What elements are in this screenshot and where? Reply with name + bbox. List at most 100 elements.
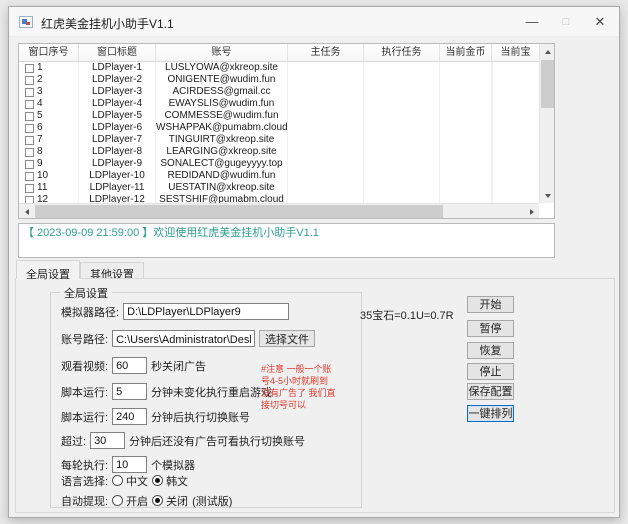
arrange-button[interactable]: 一键排列	[467, 405, 514, 422]
tab-other-settings[interactable]: 其他设置	[80, 262, 144, 279]
account-path-row: 账号路径: 选择文件	[61, 330, 315, 347]
row-checkbox[interactable]	[25, 196, 34, 204]
row-exec-task	[364, 74, 440, 86]
row-checkbox[interactable]	[25, 64, 34, 73]
row-account: LEARGING@xkreop.site	[156, 146, 288, 158]
radio-withdraw-off[interactable]: 关闭	[152, 493, 188, 509]
per-round-input[interactable]	[112, 456, 147, 473]
table-row[interactable]: 1LDPlayer-1LUSLYOWA@xkreop.site	[19, 62, 539, 74]
table-row[interactable]: 8LDPlayer-8LEARGING@xkreop.site	[19, 146, 539, 158]
row-main-task	[288, 122, 364, 134]
script-switch-suffix: 分钟后执行切换账号	[151, 409, 250, 425]
row-checkbox[interactable]	[25, 100, 34, 109]
scroll-right-button[interactable]	[524, 204, 539, 219]
column-header[interactable]: 执行任务	[364, 44, 440, 61]
row-number: 5	[37, 110, 43, 122]
table-row[interactable]: 3LDPlayer-3ACIRDESS@gmail.cc	[19, 86, 539, 98]
row-window-title: LDPlayer-7	[79, 134, 156, 146]
row-account: ONIGENTE@wudim.fun	[156, 74, 288, 86]
row-gems	[492, 122, 493, 134]
emulator-path-input[interactable]	[123, 303, 289, 320]
row-checkbox[interactable]	[25, 184, 34, 193]
row-checkbox[interactable]	[25, 148, 34, 157]
row-exec-task	[364, 98, 440, 110]
watch-video-input[interactable]	[112, 357, 147, 374]
choose-file-button[interactable]: 选择文件	[259, 330, 315, 347]
column-header[interactable]: 主任务	[288, 44, 364, 61]
minimize-button[interactable]: —	[515, 7, 549, 37]
table-row[interactable]: 6LDPlayer-6WSHAPPAK@pumabm.cloud	[19, 122, 539, 134]
column-header[interactable]: 窗口标题	[79, 44, 156, 61]
save-config-button[interactable]: 保存配置	[467, 383, 514, 400]
row-coins	[440, 74, 492, 86]
table-row[interactable]: 5LDPlayer-5COMMESSE@wudim.fun	[19, 110, 539, 122]
pause-button[interactable]: 暂停	[467, 320, 514, 337]
table-row[interactable]: 12LDPlayer-12SESTSHIF@pumabm.cloud	[19, 194, 539, 203]
row-account: SONALECT@gugeyyyy.top	[156, 158, 288, 170]
table-row[interactable]: 9LDPlayer-9SONALECT@gugeyyyy.top	[19, 158, 539, 170]
row-checkbox[interactable]	[25, 172, 34, 181]
stop-button[interactable]: 停止	[467, 363, 514, 380]
table-row[interactable]: 2LDPlayer-2ONIGENTE@wudim.fun	[19, 74, 539, 86]
table-row[interactable]: 4LDPlayer-4EWAYSLIS@wudim.fun	[19, 98, 539, 110]
radio-korean[interactable]: 韩文	[152, 473, 188, 489]
scroll-down-button[interactable]	[540, 188, 555, 203]
timeout-suffix: 分钟后还没有广告可看执行切换账号	[129, 433, 305, 449]
v-scrollbar[interactable]	[539, 44, 554, 203]
watch-video-row: 观看视频: 秒关闭广告	[61, 357, 206, 374]
row-exec-task	[364, 110, 440, 122]
column-header[interactable]: 窗口序号	[19, 44, 79, 61]
table-row[interactable]: 10 LDPlayer-10REDIDAND@wudim.fun	[19, 170, 539, 182]
row-number: 9	[37, 158, 43, 170]
timeout-input[interactable]	[90, 432, 125, 449]
close-button[interactable]: ✕	[583, 7, 617, 37]
account-path-label: 账号路径:	[61, 331, 108, 347]
scroll-up-button[interactable]	[540, 44, 555, 59]
tab-global-settings[interactable]: 全局设置	[16, 260, 80, 279]
row-checkbox[interactable]	[25, 124, 34, 133]
resume-button[interactable]: 恢复	[467, 342, 514, 359]
account-path-input[interactable]	[112, 330, 255, 347]
row-checkbox[interactable]	[25, 76, 34, 85]
emulator-path-row: 模拟器路径:	[61, 303, 289, 320]
row-coins	[440, 170, 492, 182]
row-gems	[492, 86, 493, 98]
row-account: REDIDAND@wudim.fun	[156, 170, 288, 182]
v-scroll-thumb[interactable]	[541, 60, 554, 108]
start-button[interactable]: 开始	[467, 296, 514, 313]
row-account: LUSLYOWA@xkreop.site	[156, 62, 288, 74]
row-number: 10	[37, 170, 48, 182]
row-window-title: LDPlayer-5	[79, 110, 156, 122]
h-scroll-thumb[interactable]	[35, 205, 443, 218]
per-round-row: 每轮执行: 个模拟器	[61, 456, 195, 473]
row-checkbox[interactable]	[25, 112, 34, 121]
row-coins	[440, 134, 492, 146]
column-header[interactable]: 当前金币	[440, 44, 492, 61]
script-restart-input[interactable]	[112, 383, 147, 400]
row-coins	[440, 122, 492, 134]
script-switch-input[interactable]	[112, 408, 147, 425]
language-row: 语言选择: 中文 韩文	[61, 472, 188, 489]
h-scrollbar[interactable]	[19, 203, 539, 218]
table-row[interactable]: 11LDPlayer-11UESTATIN@xkreop.site	[19, 182, 539, 194]
per-round-label: 每轮执行:	[61, 457, 108, 473]
row-exec-task	[364, 182, 440, 194]
table-row[interactable]: 7LDPlayer-7TINGUIRT@xkreop.site	[19, 134, 539, 146]
log-box[interactable]: 【 2023-09-09 21:59:00 】欢迎使用红虎美金挂机小助手V1.1	[18, 223, 555, 258]
column-header[interactable]: 当前宝	[492, 44, 539, 61]
column-header[interactable]: 账号	[156, 44, 288, 61]
radio-chinese[interactable]: 中文	[112, 473, 148, 489]
watch-video-suffix: 秒关闭广告	[151, 358, 206, 374]
row-checkbox[interactable]	[25, 88, 34, 97]
row-checkbox[interactable]	[25, 136, 34, 145]
row-window-title: LDPlayer-10	[79, 170, 156, 182]
row-checkbox[interactable]	[25, 160, 34, 169]
scroll-left-button[interactable]	[19, 204, 34, 219]
radio-chinese-dot	[112, 475, 123, 486]
row-gems	[492, 110, 493, 122]
radio-withdraw-on[interactable]: 开启	[112, 493, 148, 509]
row-gems	[492, 62, 493, 74]
row-main-task	[288, 86, 364, 98]
row-main-task	[288, 158, 364, 170]
maximize-button[interactable]: □	[549, 7, 583, 37]
